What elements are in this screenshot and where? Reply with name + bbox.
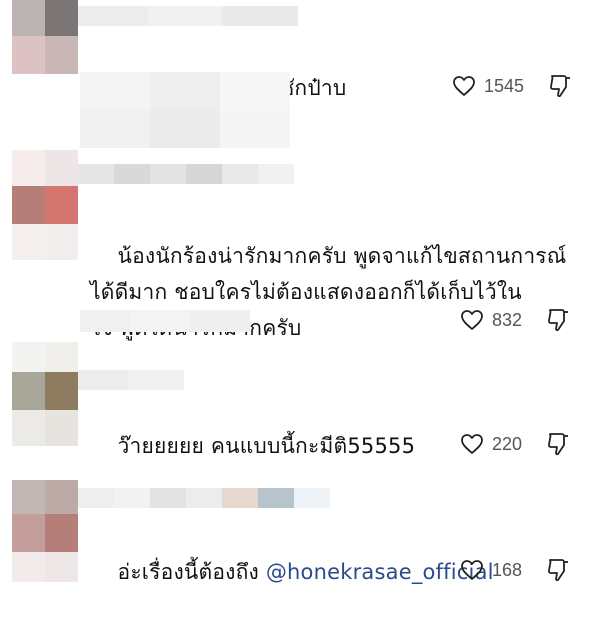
like-count: 168 bbox=[492, 559, 523, 580]
avatar[interactable] bbox=[12, 0, 78, 74]
avatar[interactable] bbox=[12, 342, 78, 446]
meta-blurred bbox=[80, 310, 250, 332]
like-button[interactable]: 220 bbox=[460, 433, 522, 455]
like-button[interactable]: 832 bbox=[460, 309, 522, 331]
like-button[interactable]: 168 bbox=[460, 559, 522, 581]
heart-outline-icon bbox=[460, 559, 484, 581]
comment-actions: 832 bbox=[460, 306, 570, 334]
username-blurred[interactable] bbox=[78, 6, 298, 26]
thumbs-down-icon[interactable] bbox=[548, 73, 572, 99]
comment-item: แย่มากกกกกกกก ซักป๋าบ 1545 bbox=[0, 0, 600, 148]
thumbs-down-icon[interactable] bbox=[546, 431, 570, 457]
heart-outline-icon bbox=[452, 75, 476, 97]
avatar[interactable] bbox=[12, 480, 78, 582]
username-blurred[interactable] bbox=[78, 164, 294, 184]
username-blurred[interactable] bbox=[78, 370, 184, 390]
heart-outline-icon bbox=[460, 433, 484, 455]
comment-body: ว๊ายยยยย คนแบบนี้กะมีติ55555 bbox=[117, 434, 416, 458]
heart-outline-icon bbox=[460, 309, 484, 331]
like-count: 832 bbox=[492, 309, 523, 330]
thumbs-down-icon[interactable] bbox=[546, 557, 570, 583]
comment-item: น้องนักร้องน่ารักมากครับ พูดจาแก้ไขสถานก… bbox=[0, 148, 600, 340]
comment-actions: 220 bbox=[460, 430, 570, 458]
username-blurred[interactable] bbox=[78, 488, 330, 508]
comment-item: ว๊ายยยยย คนแบบนี้กะมีติ55555 220 bbox=[0, 340, 600, 470]
thumbs-down-icon[interactable] bbox=[546, 307, 570, 333]
meta-blurred bbox=[80, 72, 290, 148]
comment-body: อ่ะเรื่องนี้ต้องถึง bbox=[117, 560, 266, 584]
comment-actions: 1545 bbox=[452, 72, 572, 100]
comment-actions: 168 bbox=[460, 556, 570, 584]
like-button[interactable]: 1545 bbox=[452, 75, 524, 97]
comment-item: อ่ะเรื่องนี้ต้องถึง @honekrasae_official… bbox=[0, 476, 600, 586]
avatar[interactable] bbox=[12, 150, 78, 260]
like-count: 1545 bbox=[484, 75, 525, 96]
like-count: 220 bbox=[492, 433, 523, 454]
